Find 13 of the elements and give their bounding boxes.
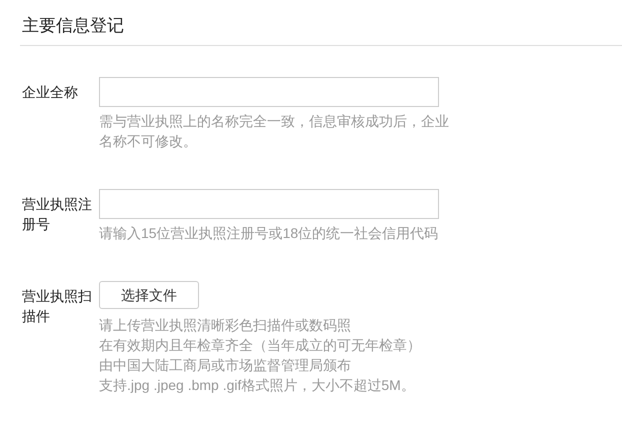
section-title: 主要信息登记 — [21, 15, 125, 37]
hint-text: 需与营业执照上的名称完全一致，信息审核成功后，企业名称不可修改。 — [99, 112, 450, 151]
hint-text: 支持.jpg .jpeg .bmp .gif格式照片，大小不超过5M。 — [99, 376, 416, 395]
hint-text: 由中国大陆工商局或市场监督管理局颁布 — [99, 356, 352, 375]
text-field[interactable] — [99, 189, 439, 219]
hint-text: 在有效期内且年检章齐全（当年成立的可无年检章） — [99, 336, 422, 355]
field-label: 企业全称 — [22, 83, 79, 102]
choose-file-button[interactable]: 选择文件 — [99, 281, 199, 309]
field-label: 营业执照扫描件 — [22, 287, 93, 326]
field-label: 营业执照注册号 — [22, 195, 93, 234]
hint-text: 请输入15位营业执照注册号或18位的统一社会信用代码 — [99, 224, 440, 243]
text-field[interactable] — [99, 77, 439, 107]
hint-text: 请上传营业执照清晰彩色扫描件或数码照 — [99, 316, 352, 335]
